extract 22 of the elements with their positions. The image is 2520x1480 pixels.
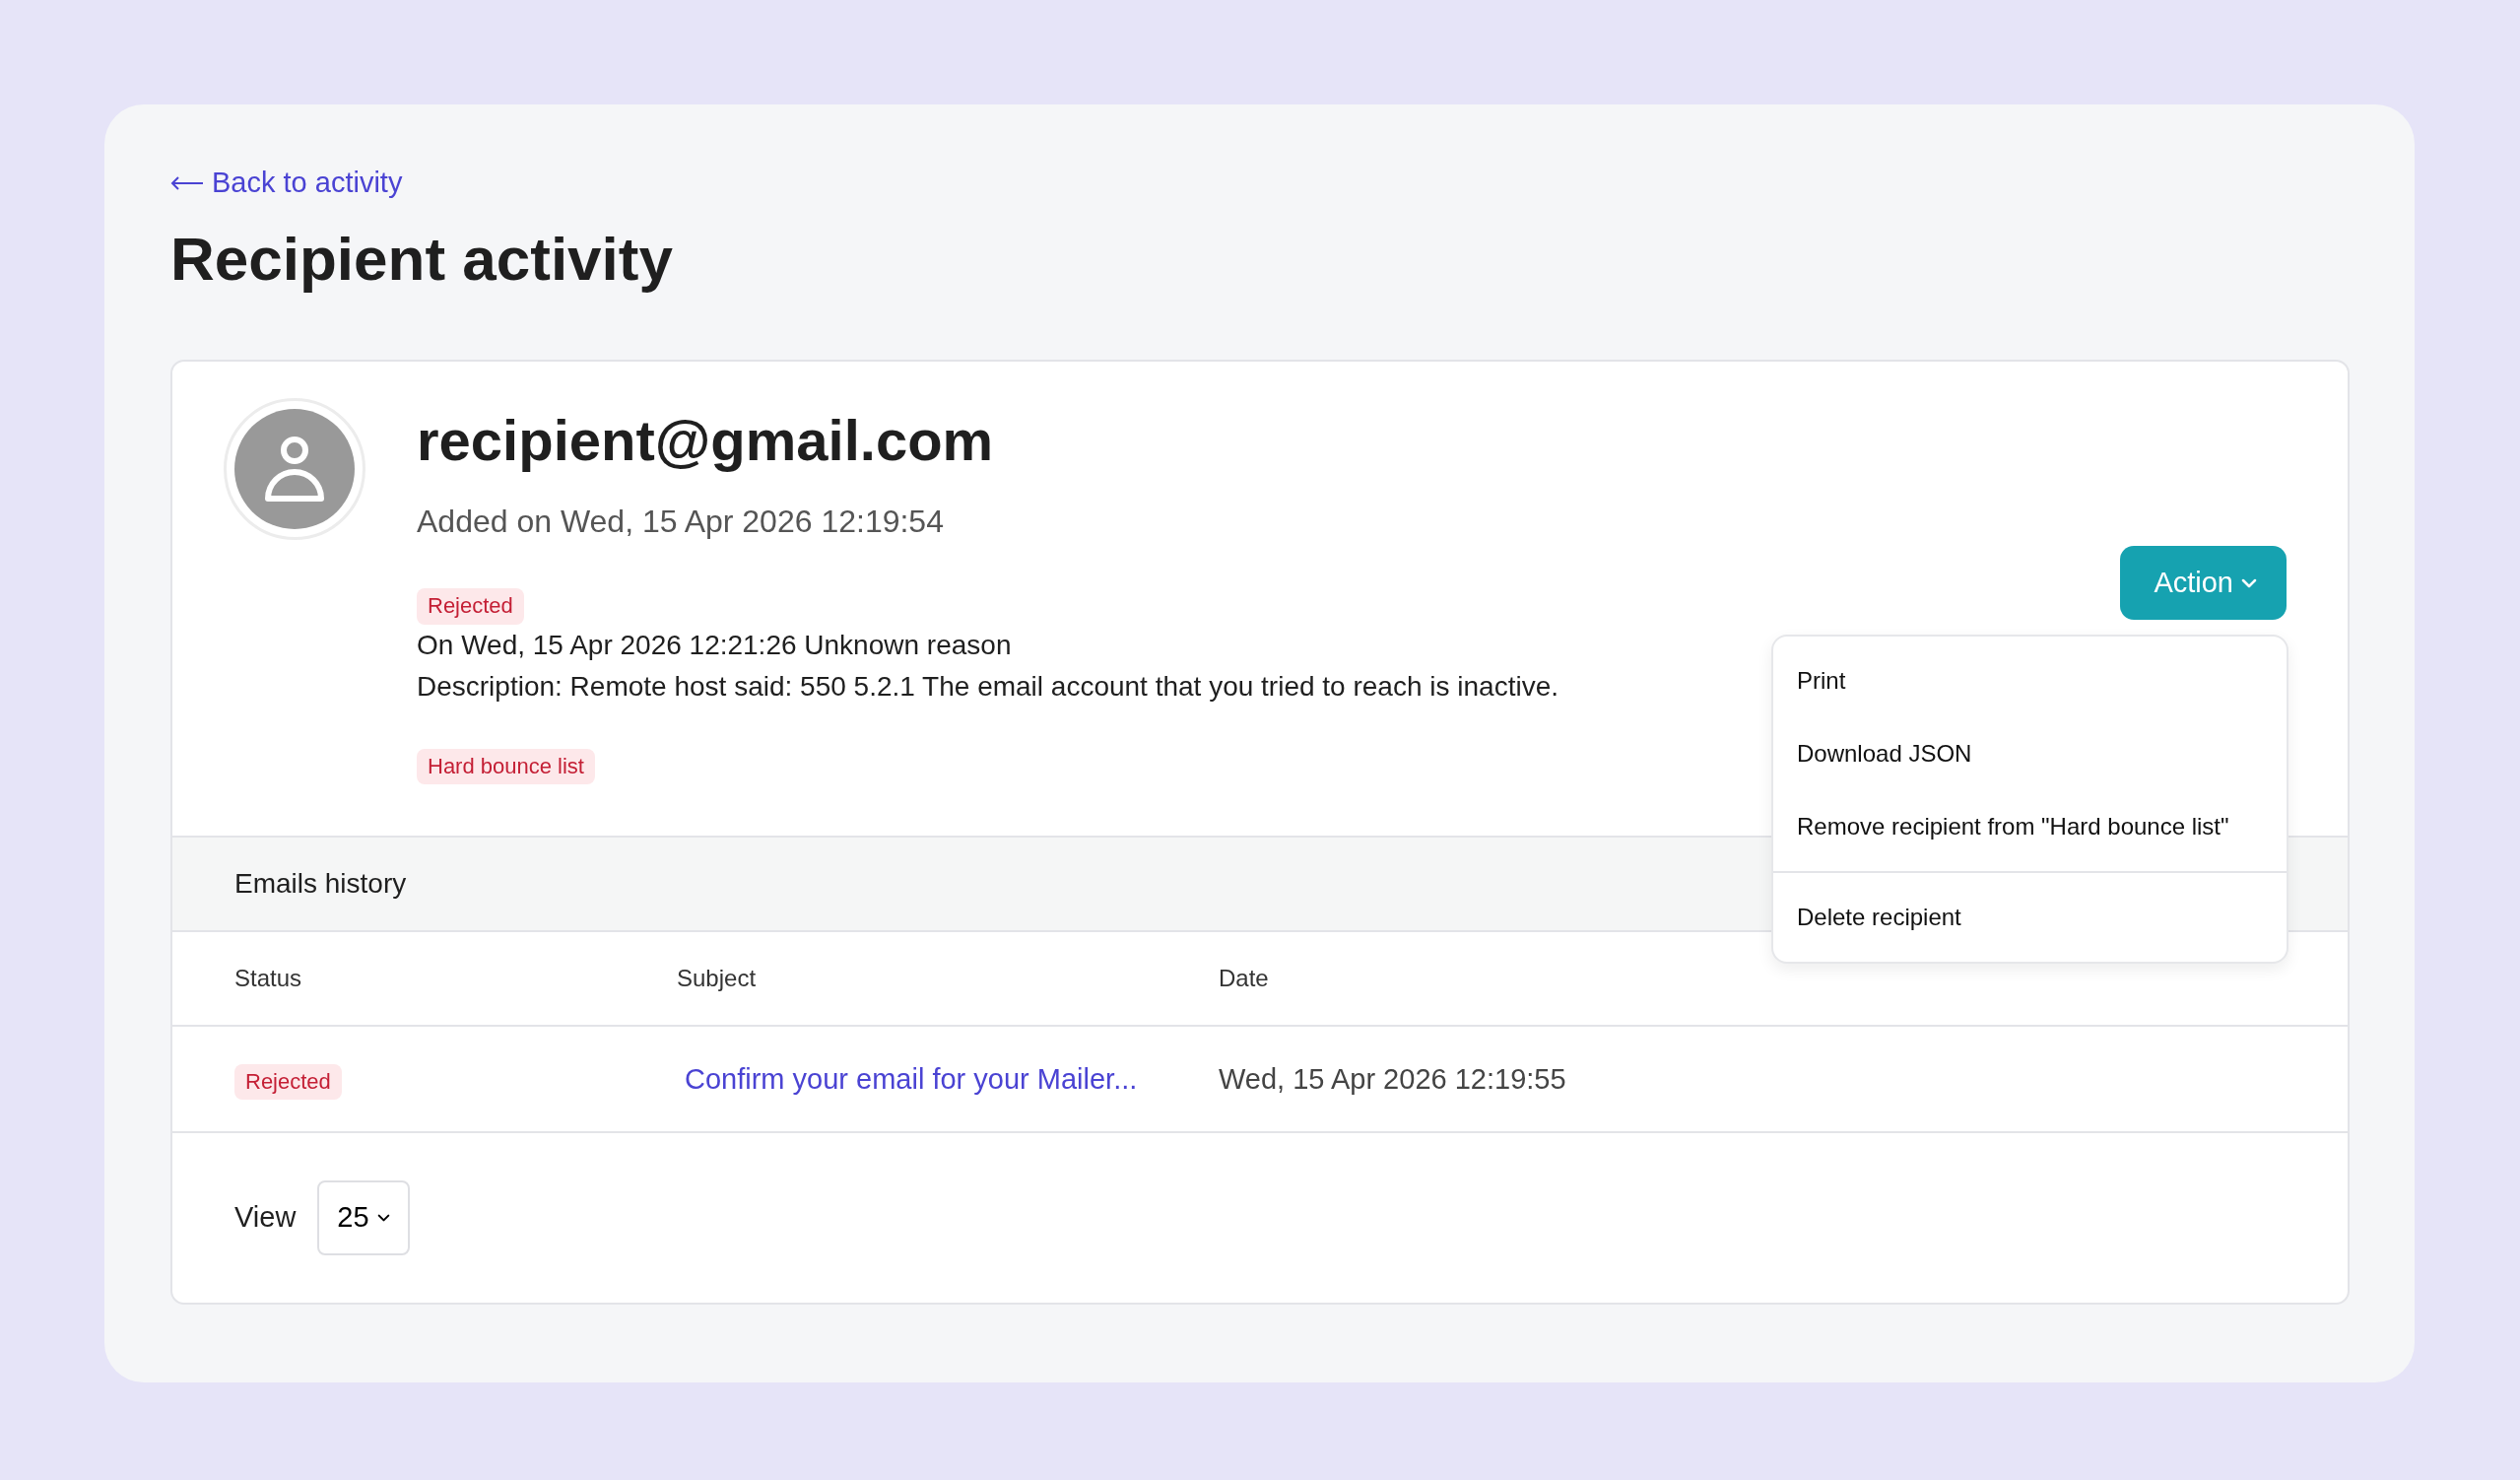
description-text: Description: Remote host said: 550 5.2.1 The email account that you tried to reach is inactive. [417,669,1558,704]
list-badge: Hard bounce list [417,748,595,785]
added-date: Added on Wed, 15 Apr 2026 12:19:54 [417,503,945,542]
event-text: On Wed, 15 Apr 2026 12:21:26 Unknown reason [417,628,1012,662]
column-header: Status [234,964,303,994]
recipient-email: recipient@gmail.com [417,406,995,474]
status-badge: Rejected [417,588,524,625]
column-header: Date [1219,964,1270,994]
menu-item[interactable]: Print [1773,643,2287,717]
person-icon [264,435,325,503]
page-title: Recipient activity [170,223,674,295]
chevron-down-icon [376,1214,390,1222]
column-header: Subject [677,964,758,994]
chevron-down-icon [2241,577,2257,588]
back-link[interactable]: Back to activity [170,162,403,205]
page-size-select[interactable]: 25 [317,1180,410,1255]
menu-item[interactable]: Download JSON [1773,716,2287,790]
table-cell-text: Wed, 15 Apr 2026 12:19:55 [1219,1061,1567,1097]
arrow-left-icon [170,175,204,190]
status-badge: Rejected [234,1063,342,1100]
view-label: View [234,1200,297,1236]
subject-link[interactable]: Confirm your email for your Mailer... [685,1062,1138,1095]
